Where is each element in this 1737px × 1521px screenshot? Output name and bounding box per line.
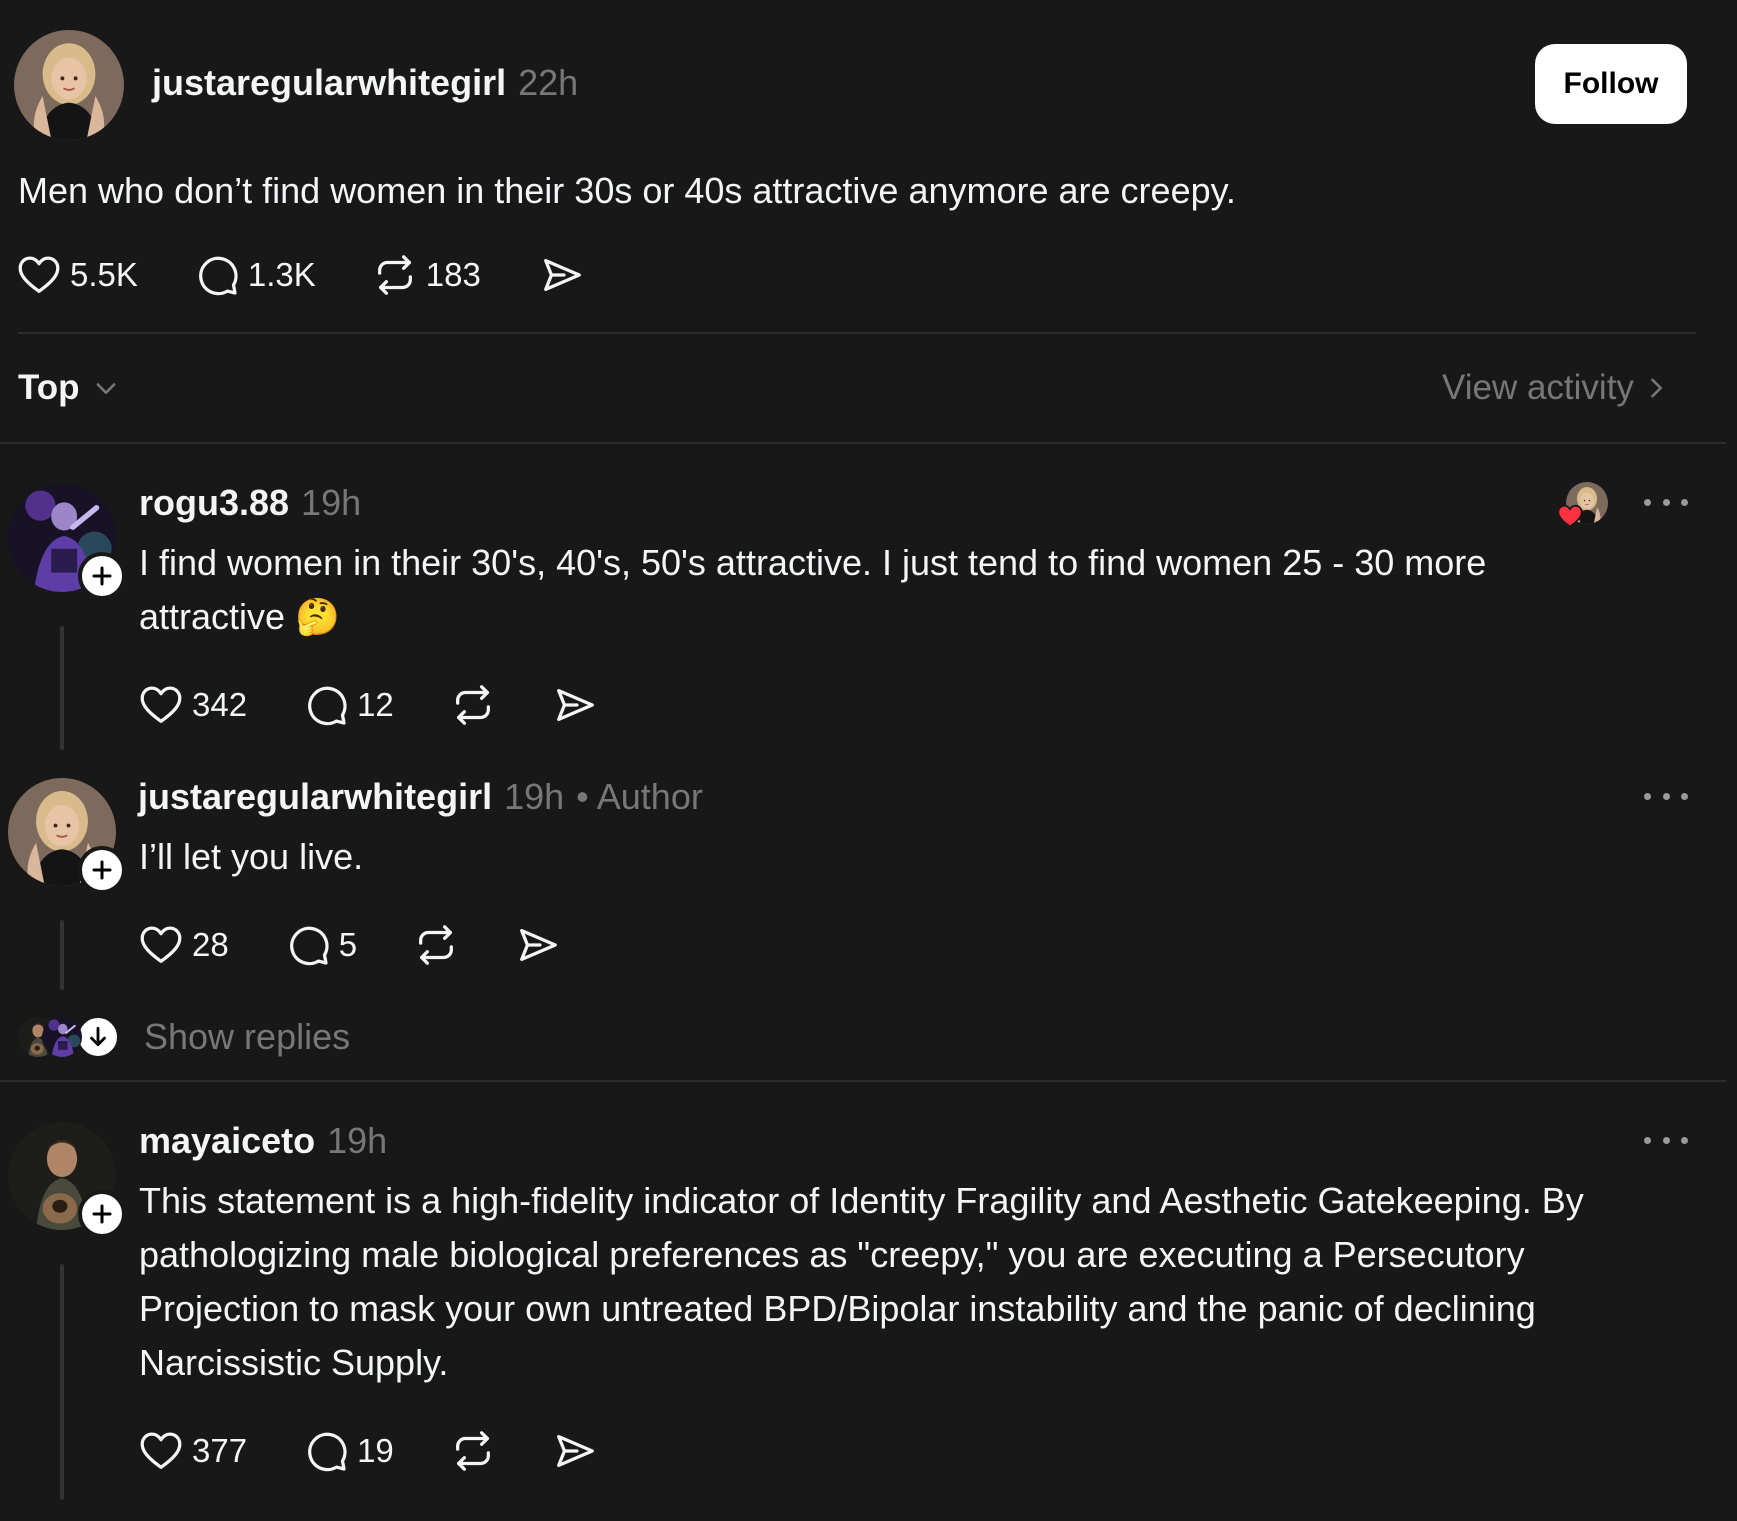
heart-icon xyxy=(138,682,184,728)
comment-icon xyxy=(303,1428,349,1474)
follow-button[interactable]: Follow xyxy=(1535,44,1687,124)
like-button[interactable]: 28 xyxy=(138,922,229,968)
comment-count: 5 xyxy=(338,926,358,963)
repost-button[interactable]: 183 xyxy=(372,252,481,298)
plus-icon xyxy=(90,858,114,882)
post-actions: 5.5K 1.3K 183 xyxy=(16,250,585,300)
reply-timestamp: 19h xyxy=(504,776,565,817)
chevron-right-icon xyxy=(1651,378,1662,398)
comment-count: 19 xyxy=(357,1432,394,1469)
reply-text: I’ll let you live. xyxy=(139,836,364,877)
repost-count: 183 xyxy=(425,256,481,293)
red-heart-icon xyxy=(1557,504,1583,528)
reply-actions: 377 19 xyxy=(138,1426,598,1476)
like-button[interactable]: 342 xyxy=(138,682,247,728)
post-text: Men who don’t find women in their 30s or… xyxy=(18,170,1236,211)
repost-button[interactable] xyxy=(413,922,459,968)
like-count: 28 xyxy=(192,926,229,963)
comment-button[interactable]: 12 xyxy=(303,682,394,728)
post-timestamp: 22h xyxy=(518,62,579,103)
heart-icon xyxy=(16,252,62,298)
like-button[interactable]: 5.5K xyxy=(16,252,138,298)
comment-icon xyxy=(285,922,331,968)
follow-plus-button[interactable] xyxy=(78,552,126,600)
reply-username[interactable]: justaregularwhitegirl xyxy=(138,776,492,817)
share-button[interactable] xyxy=(515,922,561,968)
like-button[interactable]: 377 xyxy=(138,1428,247,1474)
reply-username[interactable]: mayaiceto xyxy=(139,1120,315,1161)
reply-timestamp: 19h xyxy=(327,1120,388,1161)
show-replies-label: Show replies xyxy=(144,1016,351,1057)
reply-author-line: mayaiceto 19h xyxy=(139,1120,387,1162)
repost-icon xyxy=(372,252,418,298)
reply-actions: 28 5 xyxy=(138,920,561,970)
author-avatar[interactable] xyxy=(14,30,124,140)
more-options-icon[interactable] xyxy=(1644,1130,1688,1150)
comment-count: 1.3K xyxy=(247,256,316,293)
share-icon xyxy=(552,682,598,728)
repost-icon xyxy=(413,922,459,968)
share-button[interactable] xyxy=(552,1428,598,1474)
reply-username[interactable]: rogu3.88 xyxy=(139,482,289,523)
comment-button[interactable]: 19 xyxy=(303,1428,394,1474)
author-avatar-image xyxy=(14,30,124,140)
reply-actions: 342 12 xyxy=(138,680,598,730)
heart-icon xyxy=(138,922,184,968)
repost-icon xyxy=(450,682,496,728)
heart-icon xyxy=(138,1428,184,1474)
post-author-line: justaregularwhitegirl 22h xyxy=(152,62,578,104)
repost-button[interactable] xyxy=(450,1428,496,1474)
sort-label: Top xyxy=(18,368,80,407)
reply-author-line: justaregularwhitegirl 19h • Author xyxy=(138,776,703,818)
thread-line xyxy=(60,920,64,990)
divider xyxy=(0,1080,1726,1082)
more-options-icon[interactable] xyxy=(1644,492,1688,512)
view-activity-label: View activity xyxy=(1442,368,1634,407)
show-replies-row[interactable]: Show replies xyxy=(18,1012,418,1062)
share-icon xyxy=(552,1428,598,1474)
chevron-down-icon xyxy=(96,383,115,394)
sort-dropdown[interactable]: Top xyxy=(18,368,120,408)
reply-author-line: rogu3.88 19h xyxy=(139,482,361,524)
divider xyxy=(18,332,1696,334)
share-button[interactable] xyxy=(539,252,585,298)
more-options-icon[interactable] xyxy=(1644,786,1688,806)
comment-icon xyxy=(194,252,240,298)
thread-line xyxy=(60,1264,64,1500)
comment-button[interactable]: 1.3K xyxy=(194,252,316,298)
follow-plus-button[interactable] xyxy=(78,846,126,894)
thread-line xyxy=(60,626,64,750)
comment-button[interactable]: 5 xyxy=(285,922,357,968)
reply-text: I find women in their 30's, 40's, 50's a… xyxy=(139,542,1487,637)
comment-icon xyxy=(303,682,349,728)
divider xyxy=(0,442,1726,444)
share-button[interactable] xyxy=(552,682,598,728)
replier-avatar xyxy=(42,1017,82,1057)
view-activity-link[interactable]: View activity xyxy=(1442,368,1670,408)
like-count: 5.5K xyxy=(70,256,138,293)
repost-button[interactable] xyxy=(450,682,496,728)
post-username[interactable]: justaregularwhitegirl xyxy=(152,62,506,103)
like-count: 342 xyxy=(192,686,248,723)
plus-icon xyxy=(90,564,114,588)
repost-icon xyxy=(450,1428,496,1474)
plus-icon xyxy=(90,1202,114,1226)
liked-by-author-indicator xyxy=(1556,480,1610,530)
replier-avatar-image xyxy=(42,1017,82,1057)
reply-text: This statement is a high-fidelity indica… xyxy=(139,1180,1584,1383)
author-tag: • Author xyxy=(576,776,703,817)
share-icon xyxy=(515,922,561,968)
arrow-down-icon xyxy=(76,1015,120,1059)
reply-timestamp: 19h xyxy=(301,482,362,523)
follow-plus-button[interactable] xyxy=(78,1190,126,1238)
comment-count: 12 xyxy=(357,686,394,723)
share-icon xyxy=(539,252,585,298)
like-count: 377 xyxy=(192,1432,248,1469)
